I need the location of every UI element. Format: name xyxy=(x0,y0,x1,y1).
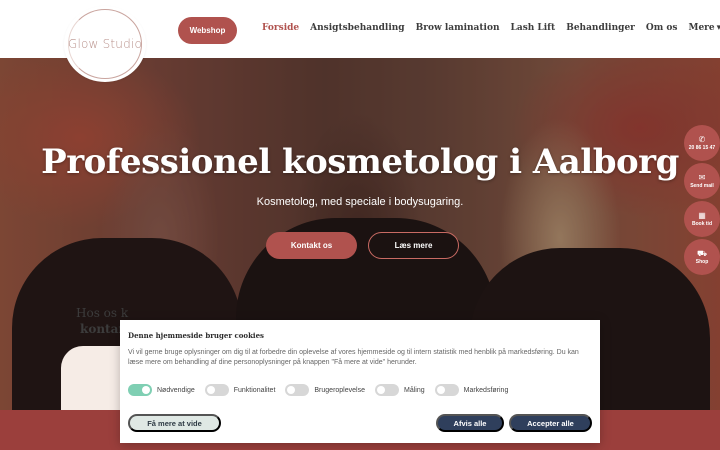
side-shop-label: Shop xyxy=(695,259,709,265)
main-nav: Forside Ansigtsbehandling Brow laminatio… xyxy=(262,23,720,33)
webshop-button[interactable]: Webshop xyxy=(178,17,237,44)
toggle-label: Måling xyxy=(403,386,425,394)
toggle-label: Brugeroplevelse xyxy=(314,386,365,394)
phone-icon: ✆ xyxy=(698,135,706,144)
nav-item-behandlinger[interactable]: Behandlinger xyxy=(566,23,635,33)
contact-button[interactable]: Kontakt os xyxy=(266,232,357,259)
toggle-user-experience[interactable]: Brugeroplevelse xyxy=(285,384,365,396)
hero-subtitle: Kosmetolog, med speciale i bodysugaring. xyxy=(256,196,464,208)
cookie-banner: Denne hjemmeside bruger cookies Vi vil g… xyxy=(120,320,600,443)
nav-item-mere-label: Mere xyxy=(688,23,715,33)
toggle-switch[interactable] xyxy=(128,384,152,396)
cookie-title: Denne hjemmeside bruger cookies xyxy=(128,331,264,340)
logo[interactable]: Glow Studio xyxy=(64,6,146,82)
toggle-switch[interactable] xyxy=(204,384,229,396)
toggle-switch[interactable] xyxy=(285,384,310,396)
nav-item-forside[interactable]: Forside xyxy=(262,23,299,33)
chevron-down-icon: ▾ xyxy=(716,23,720,33)
intro-card-heading: Hos os k xyxy=(76,306,129,320)
toggle-marketing[interactable]: Markedsføring xyxy=(434,384,509,396)
side-phone-label: 20 86 15 47 xyxy=(688,145,716,151)
side-book-label: Book tid xyxy=(692,221,712,227)
toggle-functionality[interactable]: Funktionalitet xyxy=(204,384,276,396)
hero-title: Professionel kosmetolog i Aalborg xyxy=(41,142,679,182)
cookie-text: Vi vil gerne bruge oplysninger om dig ti… xyxy=(128,349,579,366)
toggle-label: Nødvendige xyxy=(157,386,195,394)
toggle-switch[interactable] xyxy=(434,384,459,396)
toggle-label: Markedsføring xyxy=(463,386,509,394)
read-more-button[interactable]: Læs mere xyxy=(368,232,459,259)
side-shop-button[interactable]: ⛟ Shop xyxy=(684,239,720,275)
cookie-more-info-button[interactable]: Få mere at vide xyxy=(128,414,221,432)
cookie-accept-all-button[interactable]: Accepter alle xyxy=(509,414,592,432)
toggle-necessary[interactable]: Nødvendige xyxy=(128,384,195,396)
logo-text: Glow Studio xyxy=(67,37,143,51)
nav-item-om-os[interactable]: Om os xyxy=(646,23,678,33)
cart-icon: ⛟ xyxy=(696,249,708,258)
side-book-button[interactable]: ▦ Book tid xyxy=(684,201,720,237)
cookie-deny-all-button[interactable]: Afvis alle xyxy=(436,414,504,432)
toggle-switch[interactable] xyxy=(374,384,399,396)
nav-item-ansigtsbehandling[interactable]: Ansigtsbehandling xyxy=(310,23,404,33)
toggle-measurement[interactable]: Måling xyxy=(374,384,425,396)
nav-item-mere[interactable]: Mere ▾ xyxy=(688,23,720,33)
side-mail-button[interactable]: ✉ Send mail xyxy=(684,163,720,199)
mail-icon: ✉ xyxy=(698,173,706,182)
side-mail-label: Send mail xyxy=(690,183,714,189)
side-phone-button[interactable]: ✆ 20 86 15 47 xyxy=(684,125,720,161)
toggle-label: Funktionalitet xyxy=(233,386,276,394)
nav-item-lash-lift[interactable]: Lash Lift xyxy=(511,23,556,33)
cookie-toggles: Nødvendige Funktionalitet Brugeroplevels… xyxy=(128,384,508,396)
calendar-icon: ▦ xyxy=(698,211,706,220)
nav-item-brow-lamination[interactable]: Brow lamination xyxy=(416,23,500,33)
